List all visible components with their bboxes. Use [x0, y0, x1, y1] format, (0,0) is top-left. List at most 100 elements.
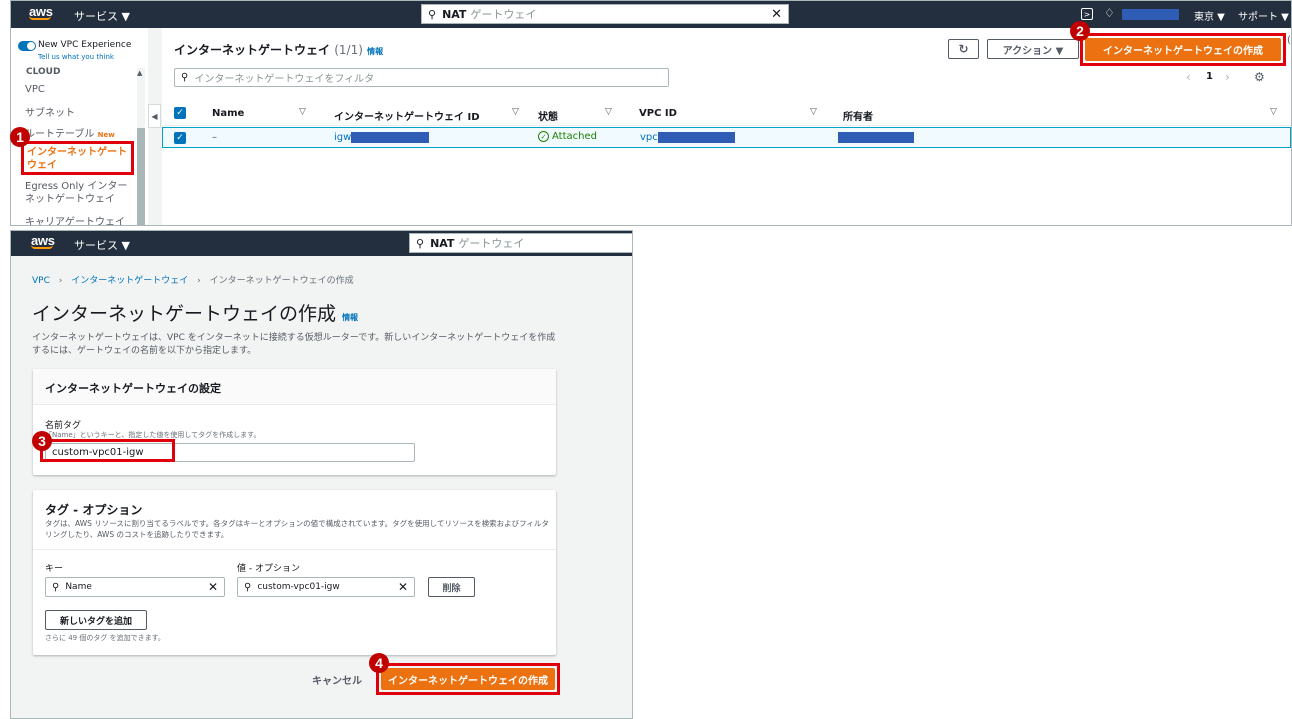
sort-owner-icon[interactable]: ▽ — [1270, 107, 1277, 117]
search-icon: ⚲ — [428, 7, 437, 21]
right-panel-handle[interactable]: ( — [1287, 35, 1291, 46]
tag-limit-note: さらに 49 個のタグ を追加できます。 — [45, 634, 165, 642]
step-badge-3: 3 — [32, 431, 52, 451]
sidebar-scrollbar[interactable] — [137, 68, 145, 225]
value-label: 値 - オプション — [237, 564, 300, 574]
account-name-masked[interactable] — [1122, 9, 1179, 20]
name-input-highlight — [40, 439, 175, 462]
sidebar: New VPC Experience Tell us what you thin… — [11, 28, 148, 225]
column-header-owner[interactable]: 所有者 — [843, 108, 873, 123]
sidebar-item-label: ルートテーブル — [25, 129, 95, 140]
refresh-button[interactable]: ↻ — [948, 39, 979, 59]
sort-igw-id-icon[interactable]: ▽ — [512, 107, 519, 117]
create-igw-submit-button[interactable]: インターネットゲートウェイの作成 — [381, 668, 555, 690]
row-checkbox[interactable]: ✓ — [174, 132, 186, 144]
sort-state-icon[interactable]: ▽ — [605, 107, 612, 117]
table-row[interactable]: ✓ – igw ✓ Attached vpc — [162, 127, 1291, 148]
igw-list-panel: インターネットゲートウェイ (1/1) 情報 ↻ アクション ▼ インターネット… — [162, 28, 1291, 225]
sidebar-item-carrier-gateways[interactable]: キャリアゲートウェイ — [25, 213, 125, 225]
column-header-state[interactable]: 状態 — [538, 108, 558, 123]
services-menu[interactable]: サービス ▼ — [74, 8, 130, 24]
title-text: インターネットゲートウェイ — [174, 43, 331, 57]
sort-vpc-id-icon[interactable]: ▽ — [810, 107, 817, 117]
row-igw-id[interactable]: igw — [334, 132, 430, 143]
settings-header: インターネットゲートウェイの設定 — [33, 369, 556, 405]
breadcrumb-vpc[interactable]: VPC — [32, 276, 50, 286]
bottom-screenshot: aws サービス ▼ ⚲ NAT ゲートウェイ VPC › インターネットゲート… — [10, 230, 633, 719]
row-state: ✓ Attached — [538, 131, 597, 142]
notifications-icon[interactable]: ♢ — [1104, 6, 1115, 20]
search-icon: ⚲ — [416, 236, 425, 250]
search-value: NAT — [442, 7, 467, 21]
sidebar-item-internet-gateways[interactable]: インターネットゲートウェイ — [21, 141, 134, 175]
sidebar-collapse-button[interactable]: ◀ — [148, 104, 161, 128]
global-search[interactable]: ⚲ NAT ゲートウェイ — [409, 233, 632, 253]
settings-gear-icon[interactable]: ⚙ — [1254, 70, 1265, 84]
sidebar-item-vpc[interactable]: VPC — [25, 84, 45, 95]
sidebar-item-route-tables[interactable]: ルートテーブル New — [25, 125, 115, 140]
column-header-igw-id[interactable]: インターネットゲートウェイ ID — [334, 108, 480, 123]
filter-search-icon: ⚲ — [181, 72, 189, 83]
sidebar-item-subnets[interactable]: サブネット — [25, 104, 75, 119]
select-all-checkbox[interactable]: ✓ — [174, 107, 186, 119]
clear-key-icon[interactable]: ✕ — [208, 580, 218, 594]
tags-panel: タグ - オプション タグは、AWS リソースに割り当てるラベルです。各タグはキ… — [33, 490, 556, 655]
search-value: NAT — [430, 236, 455, 250]
aws-logo[interactable]: aws — [31, 233, 55, 249]
bottom-nav-bar: aws サービス ▼ ⚲ NAT ゲートウェイ — [11, 231, 632, 256]
sort-name-icon[interactable]: ▽ — [299, 107, 306, 117]
filter-input[interactable]: ⚲ インターネットゲートウェイをフィルタ — [174, 68, 669, 87]
add-tag-button[interactable]: 新しいタグを追加 — [45, 610, 147, 630]
key-value: Name — [65, 582, 92, 592]
page-title: インターネットゲートウェイの作成 情報 — [32, 299, 358, 326]
global-search[interactable]: ⚲ NAT ゲートウェイ ✕ — [421, 4, 789, 24]
breadcrumb-separator-icon: › — [197, 276, 201, 286]
title-text: インターネットゲートウェイの作成 — [32, 303, 337, 325]
support-menu[interactable]: サポート ▼ — [1238, 8, 1289, 23]
aws-logo-text: aws — [29, 4, 53, 19]
breadcrumb-separator-icon: › — [58, 276, 63, 286]
search-suffix: ゲートウェイ — [470, 8, 537, 21]
cancel-link[interactable]: キャンセル — [312, 672, 362, 687]
feedback-link[interactable]: Tell us what you think — [38, 53, 114, 61]
row-name: – — [212, 132, 217, 143]
info-link[interactable]: 情報 — [342, 313, 358, 322]
next-page-icon[interactable]: › — [1225, 70, 1230, 84]
clear-value-icon[interactable]: ✕ — [398, 580, 408, 594]
aws-logo[interactable]: aws — [29, 4, 53, 20]
prev-page-icon[interactable]: ‹ — [1186, 70, 1191, 84]
scroll-up-arrow-icon[interactable]: ▲ — [137, 69, 142, 77]
info-link[interactable]: 情報 — [367, 47, 383, 56]
igw-prefix: igw — [334, 132, 352, 143]
services-menu[interactable]: サービス ▼ — [74, 237, 130, 253]
count-text: (1/1) — [334, 43, 363, 57]
new-experience-toggle[interactable] — [18, 41, 36, 51]
new-experience-label: New VPC Experience — [38, 40, 132, 50]
state-text: Attached — [552, 131, 597, 142]
remove-tag-button[interactable]: 削除 — [428, 577, 475, 597]
igw-id-masked — [351, 132, 430, 143]
create-igw-button[interactable]: インターネットゲートウェイの作成 — [1085, 38, 1281, 61]
page-number[interactable]: 1 — [1206, 71, 1213, 82]
row-vpc-id[interactable]: vpc — [640, 132, 735, 143]
breadcrumb: VPC › インターネットゲートウェイ › インターネットゲートウェイの作成 — [32, 273, 354, 286]
tags-divider — [33, 549, 556, 550]
table-header: ✓ Name ▽ インターネットゲートウェイ ID ▽ 状態 ▽ VPC ID … — [162, 100, 1291, 126]
breadcrumb-current: インターネットゲートウェイの作成 — [209, 276, 354, 286]
vpc-id-masked — [657, 132, 735, 143]
clear-search-icon[interactable]: ✕ — [771, 7, 782, 22]
cloudshell-icon[interactable]: > — [1081, 8, 1093, 20]
sidebar-item-egress-only[interactable]: Egress Only インターネットゲートウェイ — [25, 180, 137, 206]
column-header-name[interactable]: Name — [212, 108, 244, 119]
page-title: インターネットゲートウェイ (1/1) 情報 — [174, 41, 383, 58]
region-menu[interactable]: 東京 ▼ — [1194, 8, 1225, 23]
breadcrumb-igw[interactable]: インターネットゲートウェイ — [71, 276, 188, 286]
owner-masked — [838, 132, 914, 143]
column-header-vpc-id[interactable]: VPC ID — [639, 108, 677, 119]
tag-key-input[interactable]: ⚲ Name ✕ — [45, 577, 225, 597]
step-badge-2: 2 — [1070, 21, 1090, 41]
new-badge: New — [97, 131, 115, 139]
tag-value-input[interactable]: ⚲ custom-vpc01-igw ✕ — [237, 577, 415, 597]
actions-dropdown[interactable]: アクション ▼ — [987, 39, 1079, 59]
filter-placeholder: インターネットゲートウェイをフィルタ — [194, 74, 375, 85]
